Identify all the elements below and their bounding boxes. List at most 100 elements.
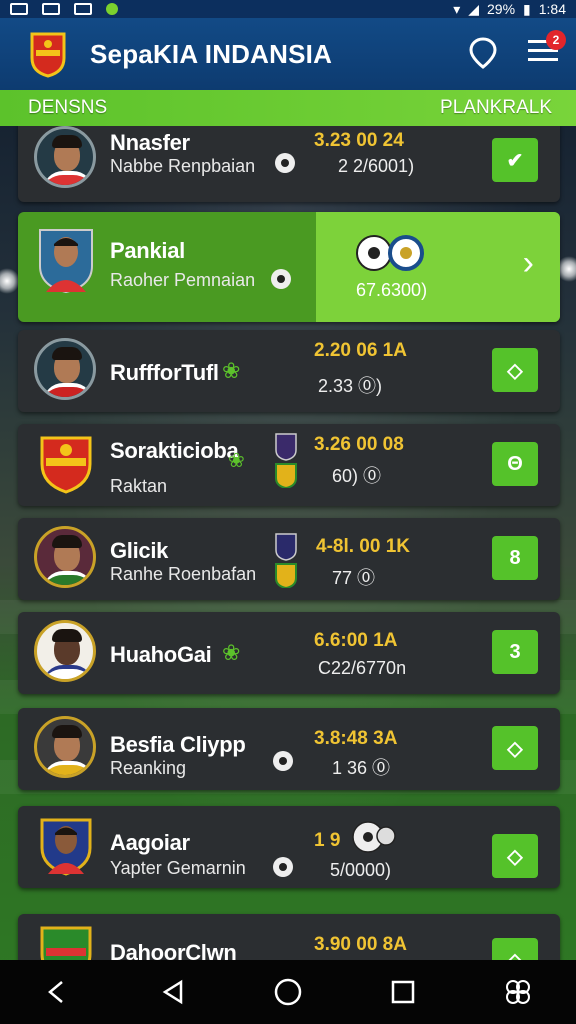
player-name: DahoorClwn — [110, 940, 237, 960]
player-stat-primary: 3.26 00 08 — [314, 434, 404, 455]
player-name: Besfia Cliypp — [110, 732, 246, 757]
tab-bar: DENSNS PLANKRALK — [0, 90, 576, 126]
list-item[interactable]: Aagoiar Yapter Gemarnin 1 9 5/0000) ◇ — [18, 806, 560, 888]
flower-icon: ❀ — [222, 358, 241, 383]
tab-right[interactable]: PLANKRALK — [440, 97, 552, 119]
player-name: Aagoiar — [110, 830, 190, 855]
row-action-button[interactable]: ◇ — [492, 834, 538, 878]
player-stat-secondary: 67.6300) — [356, 280, 428, 300]
app-bar: SepaKIA INDANSIA 2 — [0, 18, 576, 90]
player-stat-secondary: 5/0000) — [330, 860, 392, 880]
list-item[interactable]: Besfia Cliypp Reanking 3.8:48 3A 1 36 ⓪ … — [18, 708, 560, 790]
message-icon — [74, 3, 92, 15]
row-action-button[interactable]: 3 — [492, 630, 538, 674]
clock: 1:84 — [538, 1, 566, 17]
player-avatar — [40, 818, 92, 876]
flower-icon: ❀ — [222, 640, 241, 665]
clover-icon — [506, 980, 531, 1004]
app-logo-icon — [30, 32, 66, 78]
flower-icon: ❀ — [228, 450, 245, 472]
battery-percent: 29% — [487, 1, 516, 17]
player-stat-secondary: 2.33 ⓪) — [318, 376, 383, 396]
player-stat-primary: 4-8l. 00 1K — [316, 536, 410, 557]
menu-button[interactable]: 2 — [528, 29, 566, 69]
team-badges-icon — [356, 235, 424, 271]
team-badges-icon — [275, 533, 297, 588]
list-item[interactable]: Glicik Ranhe Roenbafan 4-8l. 00 1K 77 ⓪ … — [18, 518, 560, 600]
player-stat-secondary: C22/6770n — [318, 658, 407, 678]
row-action-button[interactable]: 8 — [492, 536, 538, 580]
player-stat-secondary: 60) ⓪ — [332, 466, 382, 486]
team-crest-icon — [40, 926, 92, 960]
ball-icon — [271, 269, 291, 289]
badge-icon: 8 — [509, 546, 521, 569]
ball-icon — [273, 751, 293, 771]
tab-left[interactable]: DENSNS — [28, 97, 107, 119]
home-icon — [274, 978, 302, 1006]
refresh-icon: Θ — [507, 452, 523, 475]
back-icon — [47, 981, 63, 1003]
player-name: HuahoGai — [110, 642, 212, 667]
diamond-icon: ◇ — [507, 737, 523, 760]
player-avatar — [34, 338, 96, 400]
row-action-button[interactable]: ✔ — [492, 138, 538, 182]
player-subtitle: Nabbe Renpbaian — [110, 156, 256, 176]
player-subtitle: Ranhe Roenbafan — [110, 564, 257, 584]
player-stat-primary: 1 9 — [314, 830, 341, 851]
chevron-right-icon[interactable]: › — [523, 244, 534, 283]
player-avatar — [34, 126, 96, 188]
app-title: SepaKIA INDANSIA — [90, 38, 333, 69]
back-button[interactable] — [153, 972, 193, 1012]
player-stat-primary: 3.23 00 24 — [314, 130, 404, 151]
shield-icon: ◇ — [507, 359, 523, 382]
player-stat-secondary: 77 ⓪ — [332, 568, 376, 588]
player-avatar — [34, 620, 96, 682]
home-button[interactable] — [268, 972, 308, 1012]
player-stat-secondary: 1 36 ⓪ — [332, 758, 391, 778]
player-avatar — [34, 716, 96, 778]
diamond-icon: ◇ — [507, 845, 523, 868]
player-name: Sorakticioba — [110, 438, 239, 463]
signal-icon: ◢ — [468, 0, 479, 17]
row-action-button[interactable]: ◇ — [492, 938, 538, 960]
player-name: Nnasfer — [110, 130, 190, 155]
list-item[interactable]: HuahoGai ❀ 6.6:00 1A C22/6770n 3 — [18, 612, 560, 694]
player-name: Glicik — [110, 538, 169, 563]
player-name: RuffforTufl — [110, 360, 219, 385]
battery-icon: ▮ — [523, 0, 531, 17]
location-icon[interactable] — [468, 36, 498, 70]
player-subtitle: Raoher Pemnaian — [110, 270, 256, 290]
notification-icon — [10, 3, 28, 15]
player-stat-primary: 3.90 00 8A — [314, 934, 407, 955]
triangle-back-icon — [162, 979, 183, 1005]
list-item-selected[interactable]: Pankial Raoher Pemnaian 67.6300) › — [18, 212, 560, 322]
player-avatar — [39, 229, 93, 294]
player-subtitle: Raktan — [110, 476, 168, 496]
ball-icon — [273, 857, 293, 877]
recents-button[interactable] — [383, 972, 423, 1012]
team-crest-icon — [40, 436, 92, 494]
player-avatar — [34, 526, 96, 588]
list-item[interactable]: DahoorClwn 3.90 00 8A ◇ — [18, 914, 560, 960]
ball-icon — [275, 153, 295, 173]
ball-pair-icon — [352, 821, 396, 853]
row-action-button[interactable]: ◇ — [492, 348, 538, 392]
player-list[interactable]: Nnasfer Nabbe Renpbaian 3.23 00 24 2 2/6… — [0, 126, 576, 960]
wifi-icon: ▾ — [453, 0, 461, 17]
check-icon: ✔ — [506, 149, 524, 172]
player-stat-primary: 3.8:48 3A — [314, 728, 398, 749]
status-bar: ▾ ◢ 29% ▮ 1:84 — [0, 0, 576, 18]
row-action-button[interactable]: ◇ — [492, 726, 538, 770]
notification-badge: 2 — [546, 29, 566, 50]
row-action-button[interactable]: Θ — [492, 442, 538, 486]
list-item[interactable]: RuffforTufl ❀ 2.20 06 1A 2.33 ⓪) ◇ — [18, 330, 560, 412]
system-nav-bar — [0, 960, 576, 1024]
player-subtitle: Reanking — [110, 758, 187, 778]
assistant-button[interactable] — [498, 972, 538, 1012]
player-name: Pankial — [110, 238, 185, 263]
list-item[interactable]: Sorakticioba ❀ Raktan 3.26 00 08 60) ⓪ Θ — [18, 424, 560, 506]
team-badges-icon — [275, 433, 297, 488]
list-item[interactable]: Nnasfer Nabbe Renpbaian 3.23 00 24 2 2/6… — [18, 126, 560, 202]
number-icon: 3 — [509, 640, 521, 663]
back-gesture-button[interactable] — [38, 972, 78, 1012]
